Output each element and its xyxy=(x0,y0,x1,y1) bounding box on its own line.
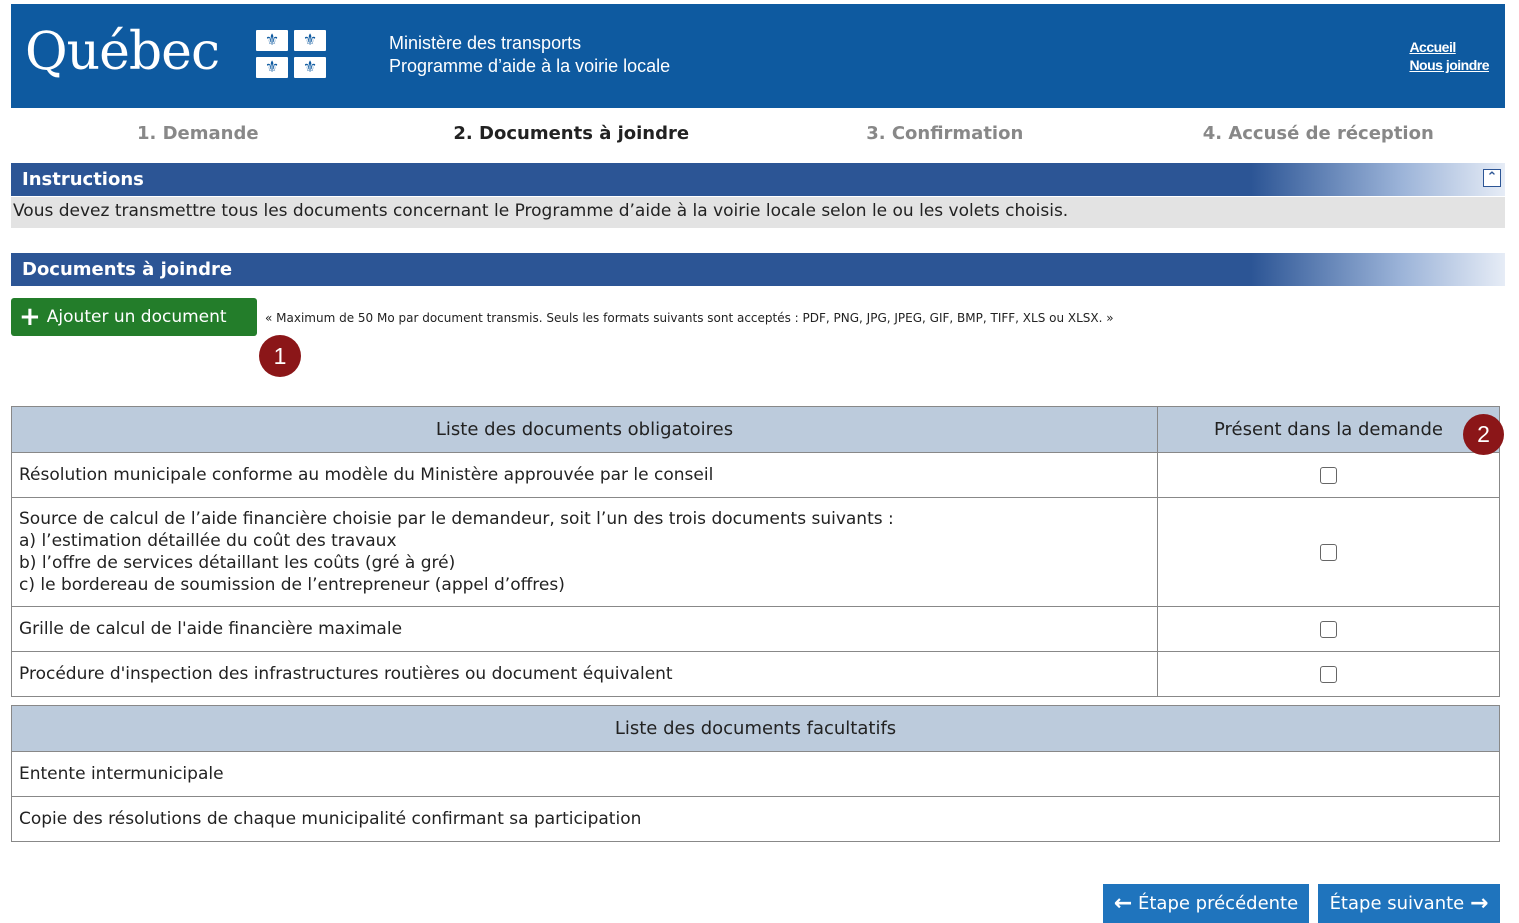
documents-title: Documents à joindre xyxy=(22,259,233,280)
header-links: Accueil Nous joindre xyxy=(1409,38,1489,74)
collapse-icon[interactable]: ⌃ xyxy=(1483,169,1501,187)
spacer-cell xyxy=(11,696,1500,706)
optional-header-row: Liste des documents facultatifs xyxy=(11,705,1500,752)
document-line: b) l’offre de services détaillant les co… xyxy=(19,553,456,573)
present-checkbox[interactable] xyxy=(1320,466,1337,484)
optional-document-cell: Entente intermunicipale xyxy=(11,751,1500,797)
present-checkbox[interactable] xyxy=(1320,620,1337,638)
table-row: Copie des résolutions de chaque municipa… xyxy=(11,796,1500,842)
quebec-logo-text: Québec xyxy=(25,22,220,82)
ministry-name: Ministère des transports xyxy=(389,33,582,53)
contact-link[interactable]: Nous joindre xyxy=(1409,56,1489,74)
document-cell: Source de calcul de l’aide financière ch… xyxy=(11,497,1158,607)
next-step-label: Étape suivante xyxy=(1329,893,1465,914)
spacer-row xyxy=(11,696,1500,706)
plus-icon: + xyxy=(19,302,41,332)
table-row: Source de calcul de l’aide financière ch… xyxy=(11,497,1500,607)
site-header: Québec Ministère des transports Programm… xyxy=(11,4,1505,108)
step-indicator: 1. Demande 2. Documents à joindre 3. Con… xyxy=(11,119,1505,149)
previous-step-button[interactable]: ← Étape précédente xyxy=(1103,884,1309,923)
checkbox-cell xyxy=(1157,651,1500,697)
previous-step-label: Étape précédente xyxy=(1137,893,1299,914)
checkbox-cell xyxy=(1157,606,1500,652)
checkbox-cell xyxy=(1157,497,1500,607)
program-name: Programme d’aide à la voirie locale xyxy=(389,56,671,76)
table-row: Résolution municipale conforme au modèle… xyxy=(11,452,1500,498)
step-confirmation: 3. Confirmation xyxy=(866,123,1024,144)
table-row: Grille de calcul de l'aide financière ma… xyxy=(11,606,1500,652)
add-document-label: Ajouter un document xyxy=(46,307,227,327)
document-line: Source de calcul de l’aide financière ch… xyxy=(19,509,894,529)
home-link[interactable]: Accueil xyxy=(1409,38,1489,56)
instructions-bar: Instructions ⌃ xyxy=(11,163,1505,196)
documents-table: Liste des documents obligatoires Présent… xyxy=(11,406,1500,842)
document-cell: Résolution municipale conforme au modèle… xyxy=(11,452,1158,498)
present-header: Présent dans la demande xyxy=(1157,406,1500,453)
arrow-left-icon: ← xyxy=(1113,891,1133,916)
add-document-button[interactable]: + Ajouter un document xyxy=(11,298,257,336)
annotation-badge-1: 1 xyxy=(259,335,301,377)
present-checkbox[interactable] xyxy=(1320,665,1337,683)
optional-header: Liste des documents facultatifs xyxy=(11,705,1500,752)
instructions-text: Vous devez transmettre tous les document… xyxy=(11,197,1505,228)
checkbox-cell xyxy=(1157,452,1500,498)
arrow-right-icon: → xyxy=(1470,891,1489,916)
step-documents: 2. Documents à joindre xyxy=(453,123,690,144)
document-line: a) l’estimation détaillée du coût des tr… xyxy=(19,531,397,551)
instructions-title: Instructions xyxy=(22,169,144,190)
step-accuse-reception: 4. Accusé de réception xyxy=(1202,123,1434,144)
table-row: Entente intermunicipale xyxy=(11,751,1500,797)
optional-document-cell: Copie des résolutions de chaque municipa… xyxy=(11,796,1500,842)
mandatory-header-row: Liste des documents obligatoires Présent… xyxy=(11,406,1500,453)
document-line: c) le bordereau de soumission de l’entre… xyxy=(19,575,565,595)
document-cell: Grille de calcul de l'aide financière ma… xyxy=(11,606,1158,652)
annotation-badge-2: 2 xyxy=(1463,414,1504,455)
documents-bar: Documents à joindre xyxy=(11,253,1505,286)
ministry-title: Ministère des transports Programme d’aid… xyxy=(389,32,670,78)
next-step-button[interactable]: Étape suivante → xyxy=(1318,884,1500,923)
step-demande: 1. Demande xyxy=(136,123,259,144)
table-row: Procédure d'inspection des infrastructur… xyxy=(11,651,1500,697)
present-checkbox[interactable] xyxy=(1320,543,1337,561)
document-cell: Procédure d'inspection des infrastructur… xyxy=(11,651,1158,697)
quebec-flag-icon xyxy=(256,28,326,79)
mandatory-header: Liste des documents obligatoires xyxy=(11,406,1158,453)
file-format-note: « Maximum de 50 Mo par document transmis… xyxy=(265,311,1114,325)
